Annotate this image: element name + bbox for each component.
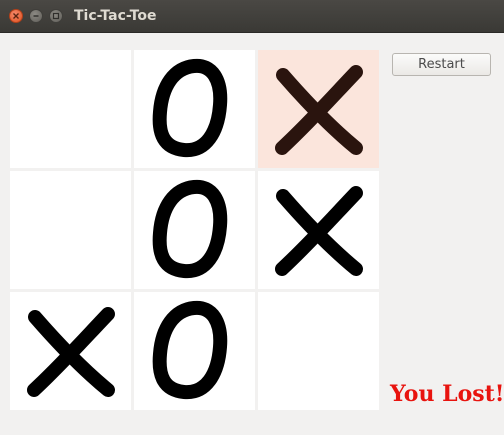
board-cell-1[interactable]	[10, 50, 131, 168]
window-title: Tic-Tac-Toe	[74, 8, 157, 24]
board-cell-7[interactable]	[10, 292, 131, 410]
board-cell-9[interactable]	[258, 292, 379, 410]
o-mark	[152, 179, 228, 279]
x-mark	[27, 307, 115, 397]
board-cell-2[interactable]	[134, 50, 255, 168]
minimize-icon	[33, 15, 39, 17]
close-icon	[13, 13, 19, 19]
board-cell-8[interactable]	[134, 292, 255, 410]
o-mark	[152, 300, 228, 400]
restart-button[interactable]: Restart	[392, 53, 491, 76]
maximize-icon	[52, 12, 60, 20]
x-mark	[275, 65, 363, 155]
o-mark	[152, 58, 228, 158]
window-titlebar: Tic-Tac-Toe	[0, 0, 504, 33]
x-mark	[275, 186, 363, 276]
board-cell-6[interactable]	[258, 171, 379, 289]
window-maximize-button[interactable]	[49, 9, 63, 23]
game-board	[10, 50, 379, 410]
board-cell-4[interactable]	[10, 171, 131, 289]
game-status-message: You Lost!	[390, 381, 504, 407]
window-minimize-button[interactable]	[29, 9, 43, 23]
board-cell-5[interactable]	[134, 171, 255, 289]
board-cell-3[interactable]	[258, 50, 379, 168]
window-close-button[interactable]	[9, 9, 23, 23]
